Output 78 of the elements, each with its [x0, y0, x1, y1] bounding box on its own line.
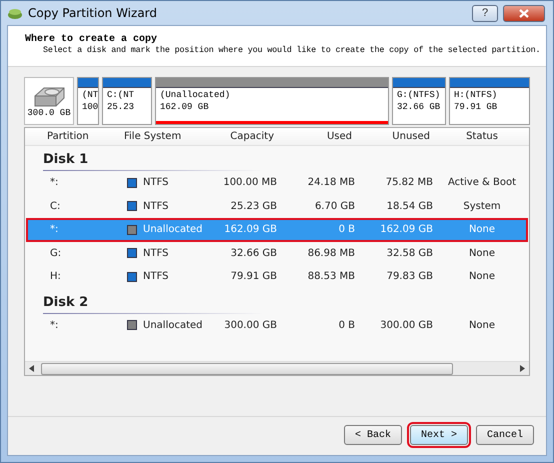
app-icon: [7, 6, 23, 20]
partition-row[interactable]: C: NTFS 25.23 GB 6.70 GB 18.54 GB System: [26, 194, 528, 218]
table-cell-text: 79.91 GB: [230, 271, 278, 282]
partition-label: (Unallocated): [160, 89, 232, 101]
partition-row[interactable]: *: Unallocated 300.00 GB 0 B 300.00 GB None: [26, 314, 528, 337]
table-cell: NTFS: [143, 248, 169, 259]
column-header[interactable]: File System: [119, 131, 199, 142]
table-cell: NTFS: [143, 271, 169, 282]
partition-label: H:(NTFS): [454, 89, 498, 101]
table-cell-text: 32.66 GB: [230, 248, 278, 259]
table-cell-text: System: [462, 200, 502, 212]
table-cell: Unallocated: [143, 320, 203, 331]
table-cell-text: 75.82 MB: [384, 177, 434, 188]
horizontal-scrollbar[interactable]: [25, 361, 529, 375]
column-header[interactable]: Used: [279, 131, 357, 142]
partition-block[interactable]: G:(NTFS) 32.66 GB: [392, 77, 446, 125]
column-header[interactable]: Capacity: [199, 131, 279, 142]
partition-block[interactable]: C:(NT 25.23: [102, 77, 152, 125]
disk-tile[interactable]: 300.0 GB: [24, 77, 74, 125]
partition-row[interactable]: G: NTFS 32.66 GB 86.98 MB 32.58 GB None: [26, 242, 528, 265]
table-cell-text: H:: [49, 271, 62, 282]
table-cell-text: 86.98 MB: [306, 248, 356, 259]
partition-block[interactable]: (Unallocated) 162.09 GB: [155, 77, 389, 125]
wizard-button[interactable]: Next >: [410, 425, 468, 445]
wizard-button[interactable]: Cancel: [476, 425, 534, 445]
help-button[interactable]: ?: [472, 4, 498, 22]
table-cell-text: 162.09 GB: [379, 224, 434, 236]
partition-block[interactable]: H:(NTFS) 79.91 GB: [449, 77, 530, 125]
disk-heading: Disk 1: [43, 152, 263, 171]
partition-label: C:(NT: [107, 89, 136, 101]
table-cell: NTFS: [143, 200, 169, 212]
partition-label: G:(NTFS): [397, 89, 441, 101]
disk-heading: Disk 2: [43, 294, 263, 314]
table-cell-text: 300.00 GB: [223, 320, 278, 331]
table-cell-text: *:: [49, 320, 60, 331]
table-cell-text: 6.70 GB: [314, 200, 356, 212]
partition-block[interactable]: (NT 100: [77, 77, 99, 125]
table-cell-text: 32.58 GB: [386, 248, 434, 259]
table-cell-text: *:: [49, 224, 60, 236]
table-cell-text: C:: [49, 200, 62, 212]
left-arrow-icon: [29, 365, 35, 372]
header-title: Where to create a copy: [25, 34, 158, 45]
table-cell-text: None: [468, 248, 496, 259]
wizard-button[interactable]: < Back: [344, 425, 402, 445]
disk-size: 300.0 GB: [27, 108, 71, 118]
table-cell-text: 25.23 GB: [230, 200, 278, 212]
table-cell: Unallocated: [143, 224, 203, 236]
table-cell-text: None: [468, 271, 496, 282]
table-cell-text: G:: [49, 248, 62, 259]
table-cell-text: 0 B: [338, 224, 356, 236]
partition-size: 79.91 GB: [454, 101, 498, 113]
table-cell-text: 24.18 MB: [306, 177, 356, 188]
table-cell-text: 88.53 MB: [306, 271, 356, 282]
scroll-thumb[interactable]: [41, 362, 453, 374]
table-cell-text: None: [468, 224, 496, 236]
table-cell-text: 0 B: [338, 320, 356, 331]
table-cell-text: 100.00 MB: [222, 177, 278, 188]
header-subtitle: Select a disk and mark the position where you would like to create the copy of the selected partition.: [42, 45, 542, 55]
close-icon: [519, 8, 529, 18]
table-cell-text: 300.00 GB: [379, 320, 434, 331]
partition-size: 32.66 GB: [397, 101, 441, 113]
partition-row[interactable]: *: NTFS 100.00 MB 24.18 MB 75.82 MB Active & Boot: [26, 171, 528, 194]
table-cell-text: Active & Boot: [446, 177, 518, 188]
column-header[interactable]: Partition: [25, 131, 119, 142]
window-title: Copy Partition Wizard: [28, 6, 158, 20]
table-cell-text: None: [468, 320, 496, 331]
partition-size: 25.23: [107, 101, 136, 113]
table-cell-text: 79.83 GB: [386, 271, 434, 282]
column-header[interactable]: Status: [435, 131, 529, 142]
column-header[interactable]: Unused: [357, 131, 435, 142]
right-arrow-icon: [519, 365, 525, 372]
table-cell-text: *:: [49, 177, 60, 188]
partition-row[interactable]: H: NTFS 79.91 GB 88.53 MB 79.83 GB None: [26, 265, 528, 288]
table-cell: NTFS: [143, 177, 169, 188]
table-cell-text: 18.54 GB: [386, 200, 434, 212]
close-button[interactable]: [503, 4, 545, 22]
table-cell-text: 162.09 GB: [223, 224, 278, 236]
partition-size: 162.09 GB: [160, 101, 210, 113]
